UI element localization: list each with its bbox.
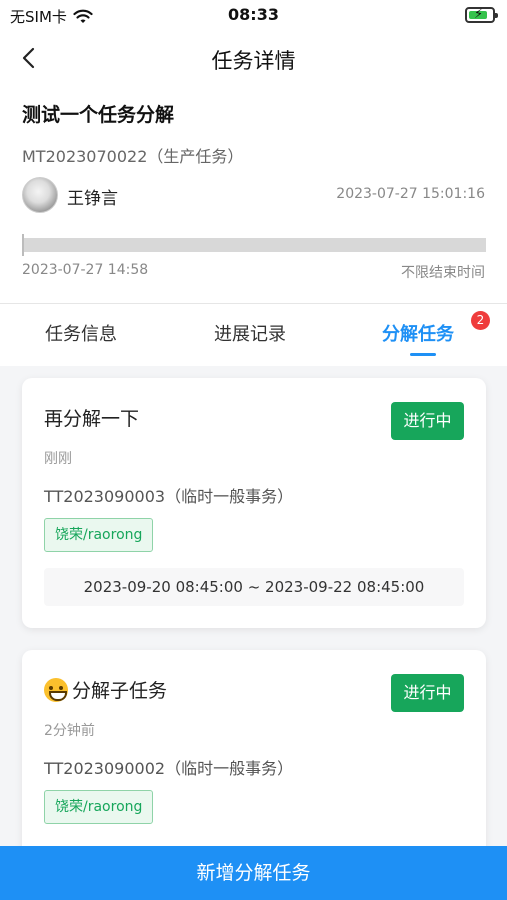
subtask-time-ago: 2分钟前 [44,723,95,739]
subtask-time-ago: 刚刚 [44,451,72,467]
task-title: 测试一个任务分解 [22,104,175,126]
status-bar: 无SIM卡 08:33 ⚡ [0,0,507,32]
bolt-icon: ⚡ [474,7,484,22]
owner-name: 王铮言 [67,189,118,209]
avatar[interactable] [22,177,58,213]
tab-task-info[interactable]: 任务信息 [45,320,117,346]
subtask-title: 分解子任务 [44,676,167,703]
page-title: 任务详情 [211,49,296,73]
created-time: 2023-07-27 15:01:16 [336,186,485,202]
progress-start-marker [22,234,24,256]
battery-charging-icon: ⚡ [465,7,498,23]
active-tab-indicator [410,353,436,356]
end-time: 不限结束时间 [401,265,485,281]
subtask-code: TT2023090003（临时一般事务） [44,487,294,506]
start-time: 2023-07-27 14:58 [22,262,149,278]
subtask-code: TT2023090002（临时一般事务） [44,759,294,778]
subtask-date-range: 2023-09-20 08:45:00 ~ 2023-09-22 08:45:0… [44,568,464,606]
subtask-title-text: 分解子任务 [72,680,168,702]
subtask-title: 再分解一下 [44,404,139,431]
tab-progress-records[interactable]: 进展记录 [214,320,286,346]
subtask-title-text: 再分解一下 [44,408,140,430]
grinning-face-icon [44,677,68,702]
divider [0,303,507,304]
assignee-tag: 饶荣/raorong [44,518,154,552]
status-time: 08:33 [228,5,279,24]
nav-bar: 任务详情 [0,36,507,80]
task-code: MT2023070022（生产任务） [22,147,244,166]
task-progress-bar [22,238,486,252]
status-badge: 进行中 [391,402,464,440]
assignee-tag: 饶荣/raorong [44,790,154,824]
tab-subtasks[interactable]: 分解任务 [382,320,454,346]
status-badge: 进行中 [391,674,464,712]
subtask-card[interactable]: 再分解一下 进行中 刚刚 TT2023090003（临时一般事务） 饶荣/rao… [22,378,486,628]
subtask-count-badge: 2 [471,311,490,330]
add-subtask-button[interactable]: 新增分解任务 [0,846,507,900]
